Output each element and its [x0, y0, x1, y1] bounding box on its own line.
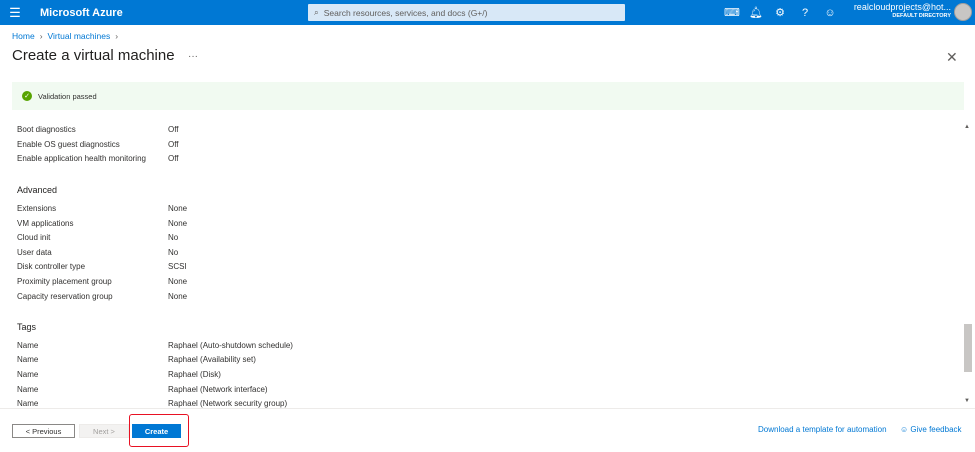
summary-row: Enable OS guest diagnostics Off [17, 140, 179, 149]
chevron-right-icon: › [115, 31, 119, 41]
tag-row: Name Raphael (Disk) [17, 370, 221, 379]
close-icon[interactable]: ✕ [946, 49, 958, 66]
breadcrumb-home[interactable]: Home [12, 31, 35, 41]
tag-row: Name Raphael (Network interface) [17, 385, 268, 394]
validation-banner: ✓ Validation passed [12, 82, 964, 110]
breadcrumb-virtual-machines[interactable]: Virtual machines [48, 31, 111, 41]
summary-row: Cloud init No [17, 233, 179, 242]
account-menu[interactable]: realcloudprojects@hot... DEFAULT DIRECTO… [854, 3, 951, 20]
summary-row: Boot diagnostics Off [17, 125, 179, 134]
summary-row: Extensions None [17, 204, 188, 213]
page-title: Create a virtual machine [12, 47, 175, 64]
summary-row: User data No [17, 248, 179, 257]
gear-icon[interactable]: ⚙ [774, 6, 786, 19]
tag-row: Name Raphael (Network security group) [17, 399, 288, 408]
feedback-icon[interactable]: ☺ [824, 7, 836, 19]
search-icon: ⌕ [314, 7, 319, 17]
cloud-shell-icon[interactable]: ⌨ [724, 6, 740, 19]
tag-row: Name Raphael (Auto-shutdown schedule) [17, 341, 293, 350]
feedback-icon: ☺ [900, 425, 911, 434]
scroll-up-icon[interactable]: ▲ [964, 124, 970, 130]
more-icon[interactable]: ··· [188, 51, 198, 62]
breadcrumb: Home › Virtual machines › [12, 31, 118, 41]
summary-row: Enable application health monitoring Off [17, 154, 179, 163]
brand[interactable]: Microsoft Azure [40, 7, 123, 19]
next-button[interactable]: Next > [79, 424, 129, 438]
check-circle-icon: ✓ [22, 91, 32, 101]
help-icon[interactable]: ? [799, 7, 811, 19]
tag-row: Name Raphael (Availability set) [17, 355, 256, 364]
top-bar: ☰ Microsoft Azure ⌕ Search resources, ser… [0, 0, 975, 25]
create-button[interactable]: Create [132, 424, 181, 438]
summary-row: VM applications None [17, 219, 188, 228]
scroll-down-icon[interactable]: ▼ [964, 398, 970, 404]
bell-icon[interactable]: 🔔︎ [749, 6, 763, 19]
section-heading: Advanced [17, 185, 58, 195]
summary-row: Capacity reservation group None [17, 292, 188, 301]
avatar[interactable] [954, 3, 972, 21]
scrollbar[interactable]: ▲ ▼ [962, 124, 973, 408]
download-template-link[interactable]: Download a template for automation [758, 425, 887, 434]
search-input[interactable]: ⌕ Search resources, services, and docs (G… [308, 4, 625, 21]
review-content: Boot diagnostics Off Enable OS guest diag… [0, 120, 962, 408]
summary-row: Proximity placement group None [17, 277, 188, 286]
give-feedback-link[interactable]: ☺ Give feedback [900, 425, 962, 434]
section-heading: Tags [17, 322, 37, 332]
menu-icon[interactable]: ☰ [0, 5, 30, 21]
summary-row: Disk controller type SCSI [17, 262, 187, 271]
footer: < Previous Next > Create Download a temp… [0, 408, 975, 452]
previous-button[interactable]: < Previous [12, 424, 75, 438]
chevron-right-icon: › [39, 31, 43, 41]
scroll-thumb[interactable] [964, 324, 972, 372]
